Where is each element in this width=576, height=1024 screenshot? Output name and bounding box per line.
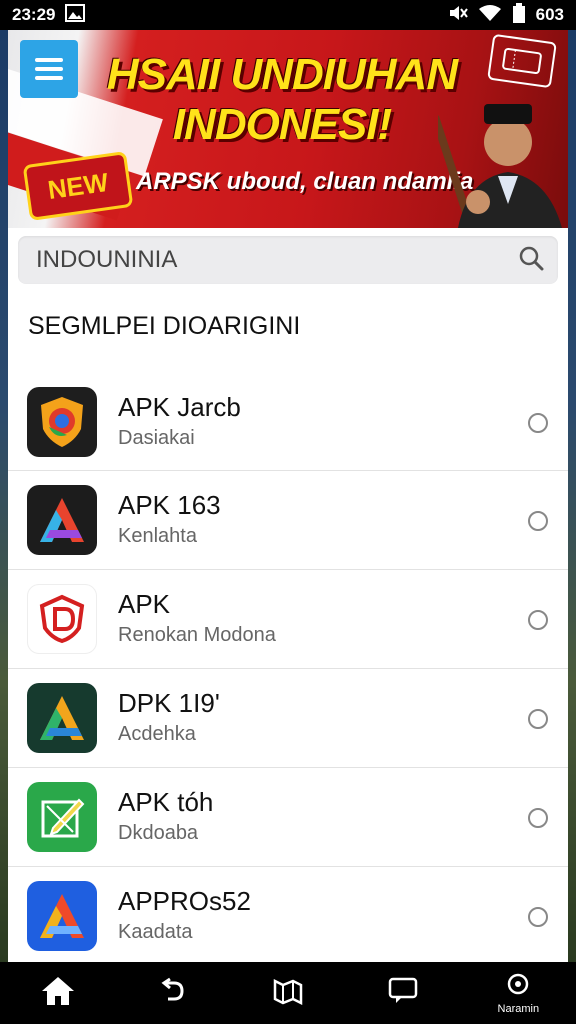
green-edit-icon xyxy=(27,782,97,852)
app-name: APK Jarcb xyxy=(118,391,241,422)
app-list: APK Jarcb Dasiakai APK 163 Kenlahta APK … xyxy=(8,372,568,962)
coupon-icon xyxy=(487,33,557,89)
presenter-illustration xyxy=(438,104,562,228)
chat-icon xyxy=(388,977,418,1010)
gallery-icon xyxy=(65,3,86,27)
red-shield-d-icon xyxy=(27,584,97,654)
menu-line xyxy=(35,58,63,62)
banner-title: HSAII UNDIUHAN INDONESI! xyxy=(92,50,472,150)
new-badge-label: NEW xyxy=(45,166,111,205)
menu-line xyxy=(35,67,63,71)
map-icon xyxy=(273,977,303,1010)
app-subtitle: Dasiakai xyxy=(118,426,195,449)
banner-subtitle: ARPSK uboud, cluan ndamlia xyxy=(136,168,474,195)
nav-settings[interactable]: Naramin xyxy=(478,962,558,1024)
background-edge-left xyxy=(0,30,8,962)
banner-title-line1: HSAII UNDIUHAN xyxy=(106,50,458,99)
app-window: HSAII UNDIUHAN INDONESI! NEW ARPSK uboud… xyxy=(8,30,568,962)
mute-icon xyxy=(448,4,468,27)
list-item[interactable]: APK Jarcb Dasiakai xyxy=(8,372,568,471)
nav-home[interactable] xyxy=(18,962,98,1024)
app-subtitle: Dkdoaba xyxy=(118,822,199,844)
nav-chat[interactable] xyxy=(363,962,443,1024)
back-arrow-icon xyxy=(158,977,188,1010)
radio-button[interactable] xyxy=(528,709,548,729)
status-bar: 23:29 603 xyxy=(0,0,576,30)
green-a-icon xyxy=(27,683,97,753)
chrome-shield-icon xyxy=(27,386,97,457)
radio-button[interactable] xyxy=(528,511,548,531)
wifi-icon xyxy=(478,4,502,27)
app-subtitle: Acdehka xyxy=(118,723,196,745)
settings-icon xyxy=(506,972,530,1001)
menu-button[interactable] xyxy=(20,40,78,98)
app-name: APK 163 xyxy=(118,490,221,520)
background-edge-right xyxy=(568,30,576,962)
list-item[interactable]: DPK 1I9' Acdehka xyxy=(8,669,568,768)
radio-button[interactable] xyxy=(528,907,548,927)
status-time: 23:29 xyxy=(12,5,56,24)
battery-level: 603 xyxy=(535,5,564,24)
radio-button[interactable] xyxy=(528,413,548,433)
nav-back[interactable] xyxy=(133,962,213,1024)
app-subtitle: Kenlahta xyxy=(118,525,197,547)
gradient-a-icon xyxy=(27,485,97,555)
app-subtitle: Kaadata xyxy=(118,921,193,943)
list-item[interactable]: APK tóh Dkdoaba xyxy=(8,768,568,867)
list-item[interactable]: APK Renokan Modona xyxy=(8,570,568,669)
app-name: APPROs52 xyxy=(118,886,251,916)
banner-title-line2: INDONESI! xyxy=(172,100,392,149)
menu-line xyxy=(35,76,63,80)
promo-banner[interactable]: HSAII UNDIUHAN INDONESI! NEW ARPSK uboud… xyxy=(8,30,568,228)
radio-button[interactable] xyxy=(528,808,548,828)
app-name: APK tóh xyxy=(118,787,214,817)
section-title: SEGMLPEI DIOARIGINI xyxy=(28,312,301,340)
search-input[interactable]: INDOUNINIA xyxy=(18,236,558,284)
radio-button[interactable] xyxy=(528,610,548,630)
search-value: INDOUNINIA xyxy=(36,246,178,273)
list-item[interactable]: APPROs52 Kaadata xyxy=(8,867,568,962)
app-name: APK xyxy=(118,589,171,619)
battery-icon xyxy=(512,2,526,28)
app-subtitle: Renokan Modona xyxy=(118,624,276,646)
nav-map[interactable] xyxy=(248,962,328,1024)
nav-settings-label: Naramin xyxy=(497,1002,540,1015)
bottom-nav-bar: Naramin xyxy=(0,962,576,1024)
blue-a-icon xyxy=(27,881,97,951)
app-name: DPK 1I9' xyxy=(118,688,220,718)
list-item[interactable]: APK 163 Kenlahta xyxy=(8,471,568,570)
search-icon[interactable] xyxy=(518,245,544,276)
home-icon xyxy=(40,975,76,1012)
